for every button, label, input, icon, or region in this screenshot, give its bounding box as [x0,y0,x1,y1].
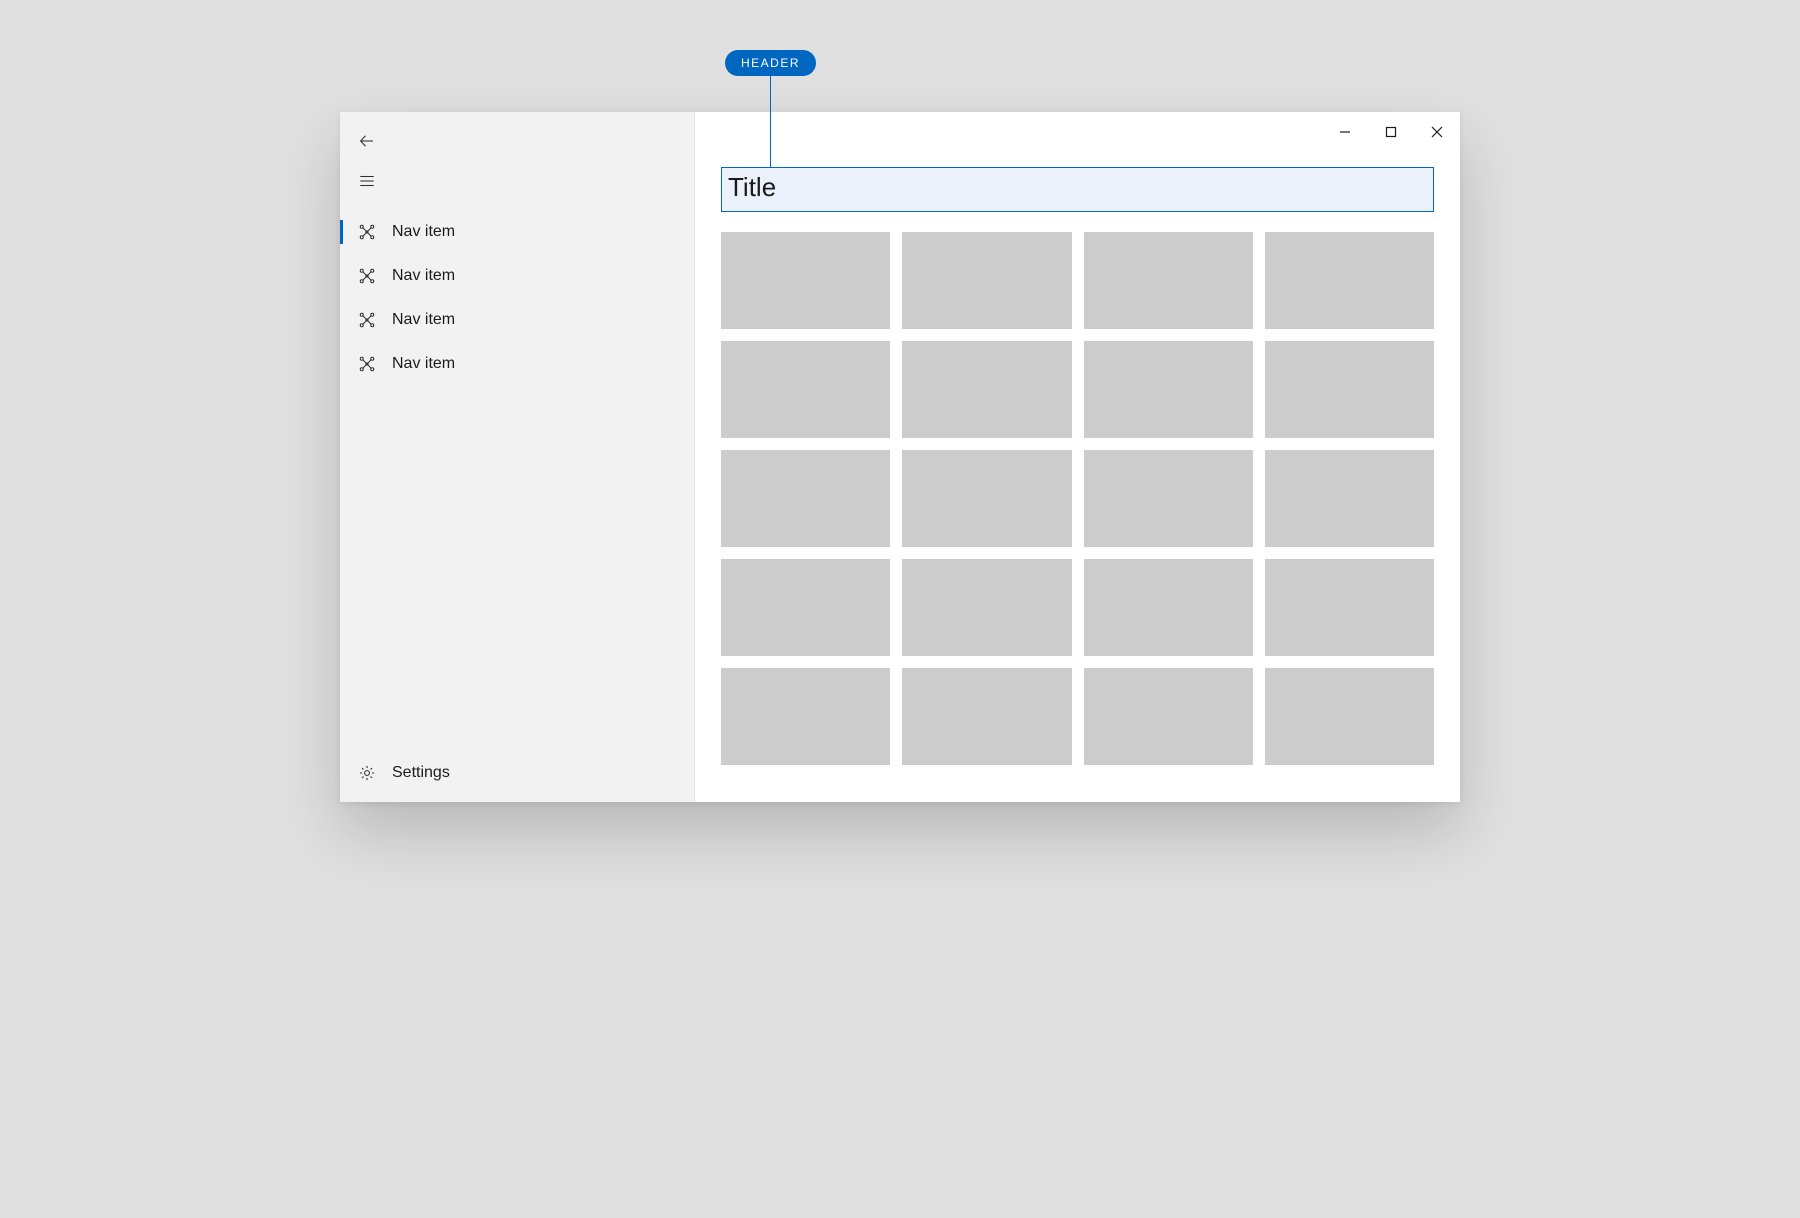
minimize-button[interactable] [1322,112,1368,152]
content-tile[interactable] [1084,450,1253,547]
header-region: Title [721,167,1434,212]
sidebar-nav-item[interactable]: Nav item [340,210,694,254]
nav-sidebar: Nav item Nav item Nav item Nav item Setting… [340,112,695,802]
settings-label: Settings [392,764,450,782]
sidebar-settings[interactable]: Settings [340,748,694,798]
content-tile[interactable] [1265,232,1434,329]
nav-glyph-icon [358,223,376,241]
nav-glyph-icon [358,267,376,285]
maximize-icon [1385,126,1397,138]
content-tile[interactable] [1265,559,1434,656]
content-tile[interactable] [902,341,1071,438]
close-button[interactable] [1414,112,1460,152]
nav-item-label: Nav item [392,311,455,329]
annotation-badge: HEADER [725,50,816,76]
sidebar-nav-item[interactable]: Nav item [340,342,694,386]
content-tile[interactable] [1265,668,1434,765]
content-tile[interactable] [902,450,1071,547]
annotation-callout: HEADER [725,50,816,168]
content-tile[interactable] [721,668,890,765]
close-icon [1431,126,1443,138]
content-tile[interactable] [1084,559,1253,656]
nav-item-label: Nav item [392,355,455,373]
page-title: Title [728,172,1427,203]
content-tile[interactable] [902,559,1071,656]
nav-glyph-icon [358,311,376,329]
app-window: Nav item Nav item Nav item Nav item Setting… [340,112,1460,802]
content-tile[interactable] [721,559,890,656]
content-tile[interactable] [721,341,890,438]
nav-item-label: Nav item [392,223,455,241]
content-tile[interactable] [721,232,890,329]
content-tile[interactable] [1265,450,1434,547]
sidebar-nav-item[interactable]: Nav item [340,254,694,298]
content-grid [721,232,1434,765]
nav-glyph-icon [358,355,376,373]
caption-controls [1322,112,1460,152]
content-tile[interactable] [1084,232,1253,329]
main-pane: Title [695,112,1460,802]
minimize-icon [1339,126,1351,138]
content-tile[interactable] [902,232,1071,329]
annotation-leader-line [770,76,771,168]
content-tile[interactable] [1084,341,1253,438]
content-tile[interactable] [721,450,890,547]
nav-list: Nav item Nav item Nav item Nav item [340,210,694,386]
sidebar-nav-item[interactable]: Nav item [340,298,694,342]
back-button[interactable] [340,122,694,160]
hamburger-icon [358,172,376,190]
content-tile[interactable] [1265,341,1434,438]
hamburger-button[interactable] [340,162,694,200]
back-arrow-icon [358,132,376,150]
content-tile[interactable] [902,668,1071,765]
gear-icon [358,764,376,782]
maximize-button[interactable] [1368,112,1414,152]
content-tile[interactable] [1084,668,1253,765]
nav-item-label: Nav item [392,267,455,285]
